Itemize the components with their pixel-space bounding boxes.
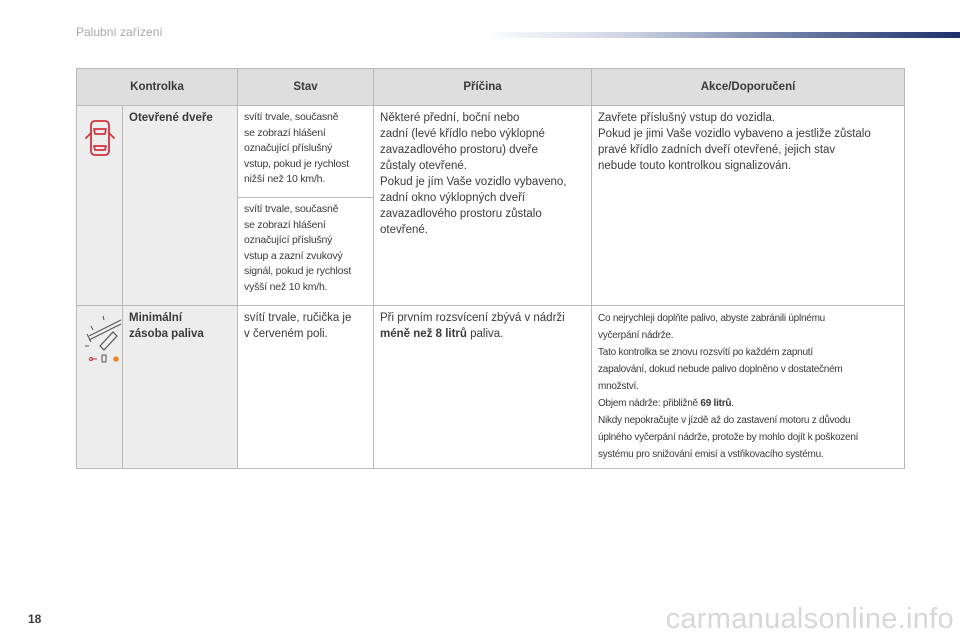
table-row: Otevřené dveře svítí trvale, současně se… — [76, 105, 906, 306]
icon-cell — [76, 105, 123, 306]
open-door-warning-icon — [84, 120, 115, 156]
action-low-fuel: Co nejrychleji doplňte palivo, abyste za… — [591, 305, 906, 469]
action-low-fuel-text: Co nejrychleji doplňte palivo, abyste za… — [598, 313, 843, 409]
row-name-open-doors: Otevřené dveře — [121, 105, 239, 306]
table-header-row: Kontrolka Stav Příčina Akce/Doporučení — [75, 68, 906, 106]
cause-low-fuel-suffix: paliva. — [466, 328, 504, 340]
status-low-fuel: svítí trvale, ručička je v červeném poli… — [237, 305, 375, 469]
action-tank-capacity: 69 litrů — [700, 398, 732, 409]
section-title: Palubní zařízení — [76, 25, 163, 39]
header-akce: Akce/Doporučení — [591, 68, 906, 106]
status-below-10: svítí trvale, současně se zobrazí hlášen… — [237, 105, 375, 198]
cause-low-fuel-amount: méně než 8 litrů — [380, 328, 467, 340]
header-stav: Stav — [237, 68, 375, 106]
cause-open-doors: Některé přední, boční nebo zadní (levé k… — [373, 105, 593, 306]
cause-low-fuel: Při prvním rozsvícení zbývá v nádrži méně… — [373, 305, 593, 469]
cause-low-fuel-text: Při prvním rozsvícení zbývá v nádrži — [380, 312, 565, 324]
table-row: Minimální zásoba paliva svítí trvale, ru… — [76, 305, 906, 469]
watermark: carmanualsonline.info — [665, 603, 954, 635]
icon-cell — [76, 305, 123, 469]
header-pricina: Příčina — [373, 68, 593, 106]
action-open-doors: Zavřete příslušný vstup do vozidla. Poku… — [591, 105, 906, 306]
status-above-10: svítí trvale, současně se zobrazí hlášen… — [237, 197, 375, 306]
fuel-gauge-icon — [85, 315, 122, 363]
header-gradient-bar — [480, 32, 960, 38]
header-kontrolka: Kontrolka — [75, 68, 239, 106]
row-name-low-fuel: Minimální zásoba paliva — [121, 305, 239, 469]
warning-lights-table: Kontrolka Stav Příčina Akce/Doporučení O… — [75, 68, 906, 469]
page-number: 18 — [28, 612, 42, 626]
